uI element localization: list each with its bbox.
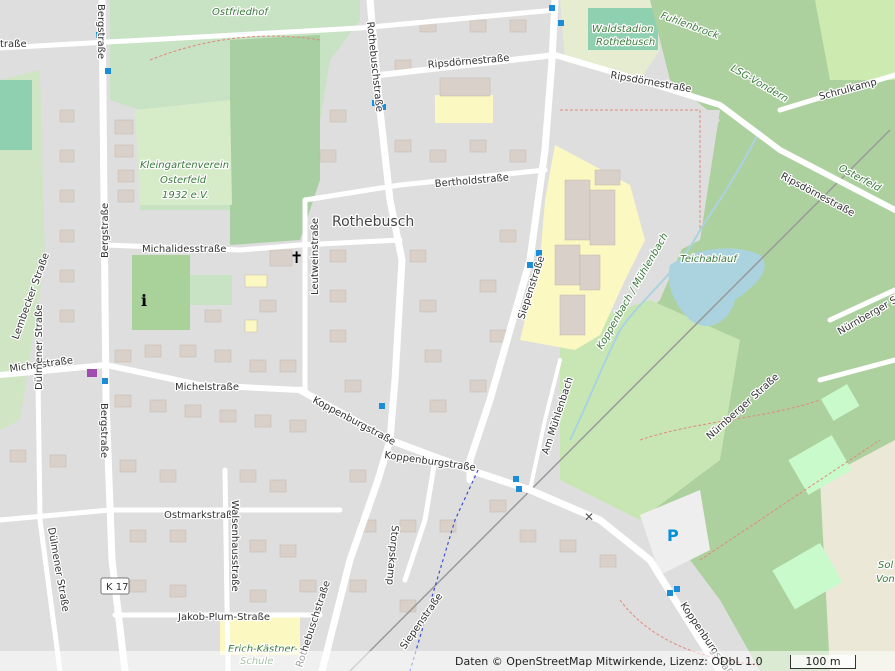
- school-ripsdorne: [435, 95, 493, 123]
- sports-field-left: [0, 80, 32, 150]
- label-place-rothebusch: Rothebusch: [332, 214, 414, 230]
- label-bergstrasse-1: Bergstraße: [95, 4, 106, 59]
- label-ostmarkstrasse: Ostmarkstraße: [164, 510, 239, 521]
- parking-icon[interactable]: P: [667, 526, 679, 545]
- label-dulmener-1: Dülmener Straße: [34, 305, 45, 390]
- label-leutweinstrasse: Leutweinstraße: [310, 218, 321, 295]
- label-kleingarten-3: 1932 e.V.: [162, 190, 209, 201]
- label-bergstrasse-3: Bergstraße: [98, 403, 109, 458]
- info-icon[interactable]: i: [141, 291, 147, 310]
- label-michalidesstrasse: Michalidesstraße: [142, 244, 226, 255]
- label-waldstadion-1: Waldstadion: [592, 24, 653, 35]
- label-waldstadion-2: Rothebusch: [596, 37, 655, 48]
- label-jakob-plum-strasse: Jakob-Plum-Straße: [177, 612, 270, 623]
- label-michelstrasse-2: Michelstraße: [175, 382, 239, 393]
- label-teichablauf: Teichablauf: [680, 254, 738, 265]
- road-ref-label: K 17: [106, 582, 128, 593]
- label-kleingarten-1: Kleingartenverein: [140, 160, 229, 171]
- label-left-top: traße: [0, 39, 27, 50]
- park-small: [190, 275, 232, 305]
- label-walsenhausstrasse: Walsenhausstraße: [229, 500, 240, 592]
- label-ostfriedhof: Ostfriedhof: [212, 7, 269, 18]
- label-von: Von: [876, 574, 895, 585]
- church-cross-icon[interactable]: ✝: [290, 248, 303, 267]
- railway-crossing-icon: ✕: [584, 510, 594, 524]
- label-sol: Sol: [878, 560, 893, 571]
- scale-bar: 100 m: [790, 655, 856, 669]
- label-bergstrasse-2: Bergstraße: [100, 203, 111, 258]
- map-canvas[interactable]: Ostfriedhof Kleingartenverein Osterfeld …: [0, 0, 895, 671]
- attribution-text[interactable]: Daten © OpenStreetMap Mitwirkende, Lizen…: [455, 655, 763, 668]
- label-kleingarten-2: Osterfeld: [160, 175, 207, 186]
- shop-icon[interactable]: [87, 369, 97, 377]
